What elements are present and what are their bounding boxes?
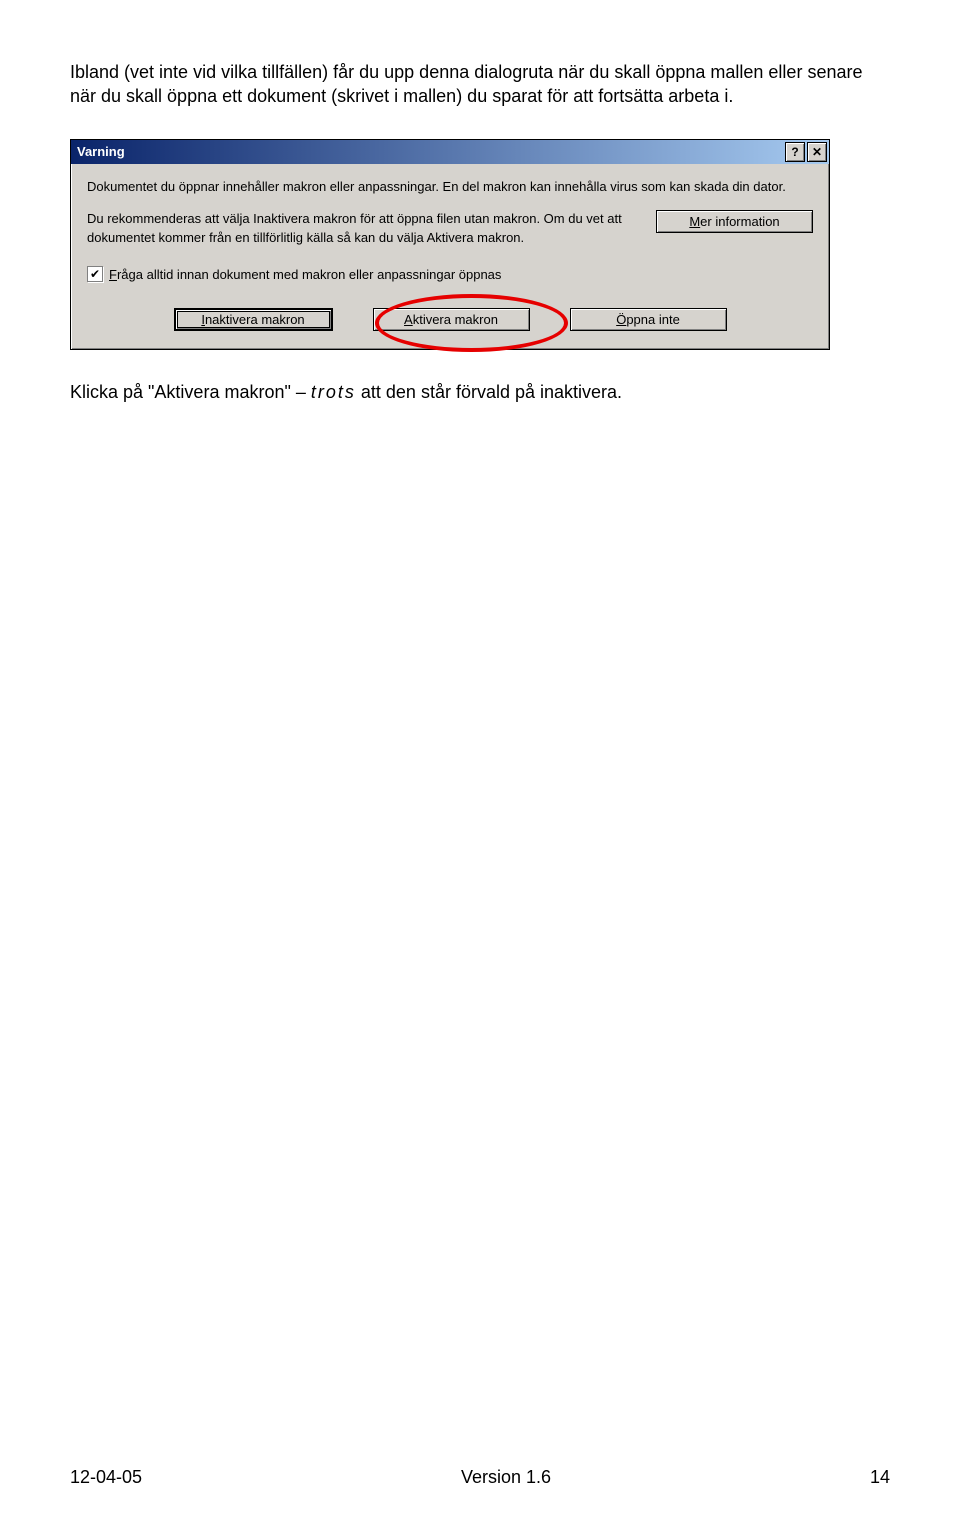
always-ask-checkbox-row[interactable]: ✔ Fråga alltid innan dokument med makron…	[87, 266, 813, 282]
page-footer: 12-04-05 Version 1.6 14	[70, 1467, 890, 1488]
intro-paragraph: Ibland (vet inte vid vilka tillfällen) f…	[70, 60, 890, 109]
close-icon[interactable]: ✕	[807, 142, 827, 162]
dialog-titlebar: Varning ? ✕	[71, 140, 829, 164]
outro-paragraph: Klicka på "Aktivera makron" – trots att …	[70, 380, 890, 404]
help-icon[interactable]: ?	[785, 142, 805, 162]
footer-page-number: 14	[870, 1467, 890, 1488]
dialog-title: Varning	[77, 144, 125, 159]
outro-pre: Klicka på "Aktivera makron" –	[70, 382, 311, 402]
checkbox-label: Fråga alltid innan dokument med makron e…	[109, 267, 501, 282]
footer-version: Version 1.6	[461, 1467, 551, 1488]
more-info-button[interactable]: Mer information	[656, 210, 813, 233]
dialog-paragraph-2: Du rekommenderas att välja Inaktivera ma…	[87, 210, 636, 248]
titlebar-buttons: ? ✕	[785, 142, 827, 162]
dialog-paragraph-1: Dokumentet du öppnar innehåller makron e…	[87, 178, 813, 197]
outro-post: att den står förvald på inaktivera.	[356, 382, 622, 402]
warning-dialog: Varning ? ✕ Dokumentet du öppnar innehål…	[70, 139, 830, 351]
dialog-button-row: Inaktivera makron Aktivera makron Öppna …	[87, 308, 813, 331]
dialog-screenshot: Varning ? ✕ Dokumentet du öppnar innehål…	[70, 139, 830, 351]
footer-date: 12-04-05	[70, 1467, 142, 1488]
enable-macros-button[interactable]: Aktivera makron	[373, 308, 530, 331]
outro-emphasis: trots	[311, 382, 356, 402]
dialog-body: Dokumentet du öppnar innehåller makron e…	[71, 164, 829, 350]
checkbox-icon[interactable]: ✔	[87, 266, 103, 282]
disable-macros-button[interactable]: Inaktivera makron	[174, 308, 333, 331]
dont-open-button[interactable]: Öppna inte	[570, 308, 727, 331]
